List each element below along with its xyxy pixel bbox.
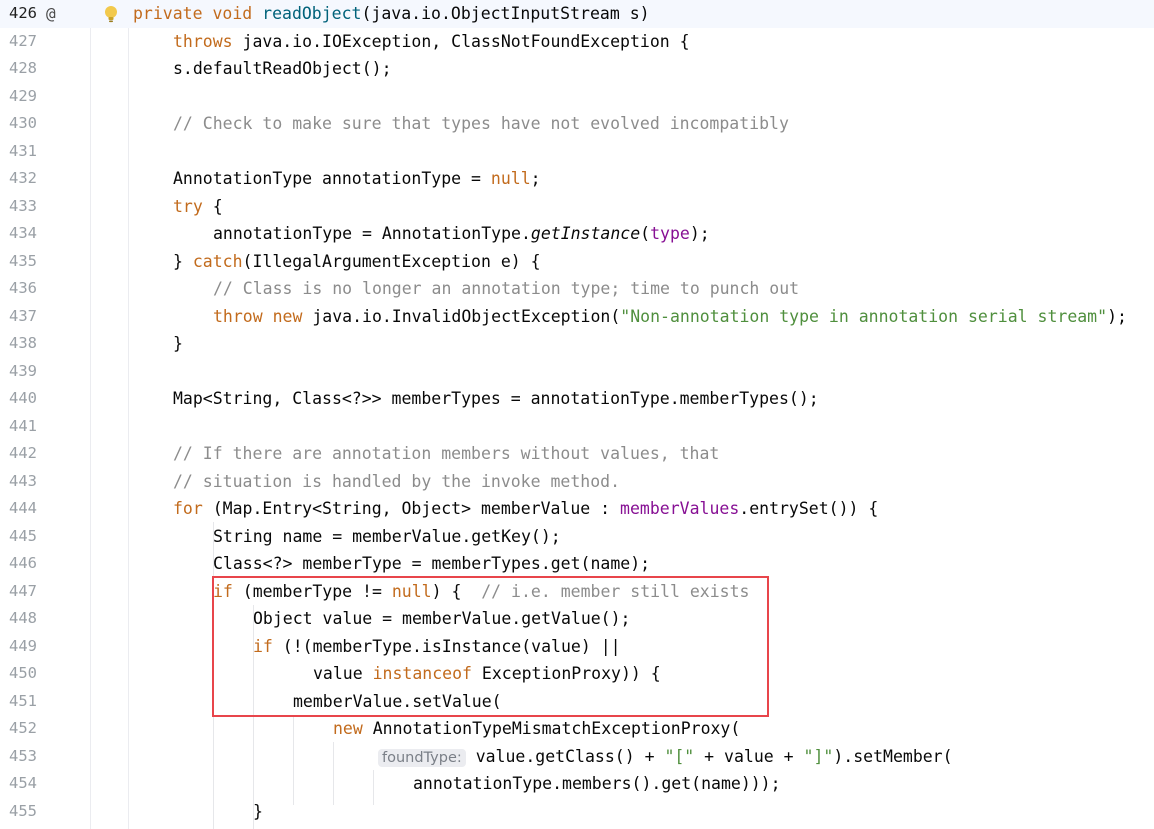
line-number: 437 bbox=[9, 306, 37, 325]
code-line[interactable]: 446 Class<?> memberType = memberTypes.ge… bbox=[0, 550, 1154, 578]
line-number: 446 bbox=[9, 554, 37, 572]
code-line[interactable]: 428 s.defaultReadObject(); bbox=[0, 55, 1154, 83]
line-number: 444 bbox=[9, 499, 37, 517]
code-text: Class<?> memberType = memberTypes.get(na… bbox=[213, 554, 651, 573]
code-comment: // situation is handled by the invoke me… bbox=[173, 471, 621, 491]
line-number: 439 bbox=[9, 361, 37, 380]
code-text: throw new java.io.InvalidObjectException… bbox=[213, 306, 1127, 326]
code-line[interactable]: 452 new AnnotationTypeMismatchExceptionP… bbox=[0, 715, 1154, 743]
highlight-annotation-box bbox=[212, 576, 769, 717]
code-text: annotationType.members().get(name))); bbox=[413, 774, 781, 793]
code-line[interactable]: 434 annotationType = AnnotationType.getI… bbox=[0, 220, 1154, 248]
code-line[interactable]: 433 try { bbox=[0, 193, 1154, 221]
line-number: 430 bbox=[9, 114, 37, 132]
code-text: new AnnotationTypeMismatchExceptionProxy… bbox=[333, 719, 741, 738]
code-text: private void readObject(java.io.ObjectIn… bbox=[133, 4, 650, 23]
code-line[interactable]: 442 // If there are annotation members w… bbox=[0, 440, 1154, 468]
line-number: 453 bbox=[9, 746, 37, 765]
line-number: 449 bbox=[9, 636, 37, 655]
code-text: annotationType = AnnotationType.getInsta… bbox=[213, 224, 710, 243]
line-number: 433 bbox=[9, 196, 37, 215]
code-text: throws java.io.IOException, ClassNotFoun… bbox=[173, 31, 690, 51]
code-line[interactable]: 437 throw new java.io.InvalidObjectExcep… bbox=[0, 303, 1154, 331]
lightbulb-icon[interactable] bbox=[103, 5, 119, 23]
code-line[interactable]: 429 bbox=[0, 83, 1154, 111]
code-line[interactable]: 436 // Class is no longer an annotation … bbox=[0, 275, 1154, 303]
line-number: 427 bbox=[9, 31, 37, 50]
code-text: try { bbox=[173, 196, 223, 216]
code-line[interactable]: 435 } catch(IllegalArgumentException e) … bbox=[0, 248, 1154, 276]
line-number: 432 bbox=[9, 169, 37, 187]
line-number: 440 bbox=[9, 389, 37, 407]
line-number: 445 bbox=[9, 526, 37, 545]
code-line[interactable]: 431 bbox=[0, 138, 1154, 166]
line-number: 438 bbox=[9, 334, 37, 352]
line-number: 434 bbox=[9, 224, 37, 242]
code-line[interactable]: 445 String name = memberValue.getKey(); bbox=[0, 523, 1154, 551]
code-line[interactable]: 441 bbox=[0, 413, 1154, 441]
code-line[interactable]: 455 } bbox=[0, 798, 1154, 826]
code-comment: // Class is no longer an annotation type… bbox=[213, 279, 800, 298]
line-number: 447 bbox=[9, 581, 37, 600]
override-method-icon[interactable]: @ bbox=[46, 2, 56, 26]
code-text: s.defaultReadObject(); bbox=[173, 59, 392, 78]
code-line[interactable]: 439 bbox=[0, 358, 1154, 386]
line-number: 455 bbox=[9, 801, 37, 820]
line-number: 454 bbox=[9, 774, 37, 792]
code-line[interactable]: 432 AnnotationType annotationType = null… bbox=[0, 165, 1154, 193]
code-line[interactable]: 444 for (Map.Entry<String, Object> membe… bbox=[0, 495, 1154, 523]
code-line[interactable]: 430 // Check to make sure that types hav… bbox=[0, 110, 1154, 138]
code-text: } catch(IllegalArgumentException e) { bbox=[173, 251, 541, 271]
code-text: foundType: value.getClass() + "[" + valu… bbox=[378, 743, 953, 773]
parameter-hint[interactable]: foundType: bbox=[378, 748, 466, 767]
line-number: 431 bbox=[9, 141, 37, 160]
code-line[interactable]: 440 Map<String, Class<?>> memberTypes = … bbox=[0, 385, 1154, 413]
line-number: 436 bbox=[9, 279, 37, 297]
code-text: Map<String, Class<?>> memberTypes = anno… bbox=[173, 389, 819, 408]
line-number: 426 bbox=[9, 4, 37, 22]
code-text: AnnotationType annotationType = null; bbox=[173, 169, 541, 188]
code-comment: // Check to make sure that types have no… bbox=[173, 114, 789, 133]
line-number: 441 bbox=[9, 416, 37, 435]
code-line[interactable]: 427 throws java.io.IOException, ClassNot… bbox=[0, 28, 1154, 56]
line-number: 451 bbox=[9, 691, 37, 710]
code-text: } bbox=[173, 334, 183, 353]
line-number: 435 bbox=[9, 251, 37, 270]
line-number: 448 bbox=[9, 609, 37, 627]
line-number: 450 bbox=[9, 664, 37, 682]
line-number: 429 bbox=[9, 86, 37, 105]
code-line[interactable]: 426 @ private void readObject(java.io.Ob… bbox=[0, 0, 1154, 28]
code-text: String name = memberValue.getKey(); bbox=[213, 526, 561, 546]
line-number: 443 bbox=[9, 471, 37, 490]
code-comment: // If there are annotation members witho… bbox=[173, 444, 720, 463]
code-line[interactable]: 453 foundType: value.getClass() + "[" + … bbox=[0, 743, 1154, 771]
code-line[interactable]: 443 // situation is handled by the invok… bbox=[0, 468, 1154, 496]
line-number: 442 bbox=[9, 444, 37, 462]
line-number: 452 bbox=[9, 719, 37, 737]
code-text: for (Map.Entry<String, Object> memberVal… bbox=[173, 499, 879, 518]
line-number: 428 bbox=[9, 59, 37, 77]
code-line[interactable]: 438 } bbox=[0, 330, 1154, 358]
code-text: } bbox=[253, 801, 263, 821]
code-line[interactable]: 454 annotationType.members().get(name)))… bbox=[0, 770, 1154, 798]
